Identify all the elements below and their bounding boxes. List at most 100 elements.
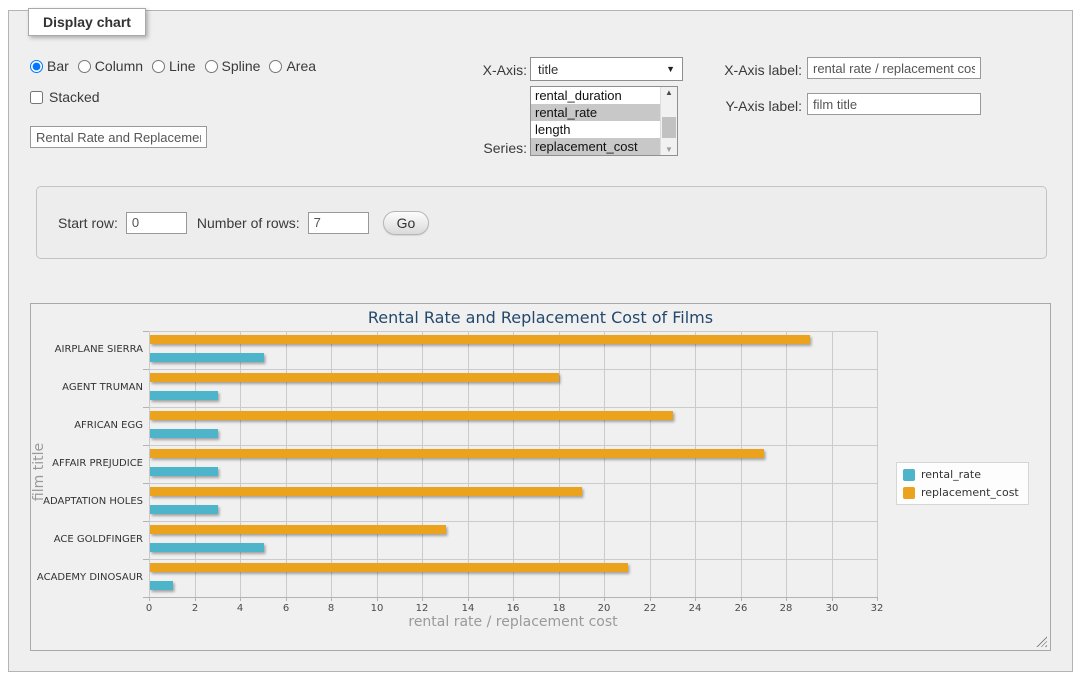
x-tick-label: 6 [271,603,301,614]
panel-legend: Display chart [28,8,146,36]
x-axis-select[interactable]: title ▼ [530,57,683,81]
scroll-down-icon[interactable]: ▼ [661,145,677,154]
legend-swatch [903,487,915,499]
radio-caption: Bar [47,58,69,74]
category-label: ACE GOLDFINGER [31,521,143,559]
x-axis-label-input[interactable] [807,57,981,79]
x-tick-label: 10 [362,603,392,614]
series-listbox-label: Series: [430,140,527,156]
category-label: AFRICAN EGG [31,407,143,445]
radio-caption: Spline [222,58,261,74]
series-listbox-scrollbar[interactable]: ▲ ▼ [660,87,677,155]
bar-replacement-cost[interactable] [150,411,673,420]
x-tick-label: 12 [407,603,437,614]
bar-rental-rate[interactable] [150,353,264,362]
gridline-h [149,559,877,560]
gridline-v [331,331,332,597]
x-tick-label: 0 [134,603,164,614]
radio-input-line[interactable] [152,60,165,73]
bar-replacement-cost[interactable] [150,563,628,572]
gridline-v [559,331,560,597]
x-axis-select-label: X-Axis: [430,62,527,78]
series-option-rental_duration[interactable]: rental_duration [531,87,677,104]
start-row-input[interactable] [126,212,187,234]
x-axis-line [149,597,877,598]
bar-rental-rate[interactable] [150,467,218,476]
legend-entry-replacement_cost[interactable]: replacement_cost [903,486,1019,499]
x-tick-label: 18 [544,603,574,614]
bar-replacement-cost[interactable] [150,525,446,534]
radio-input-spline[interactable] [205,60,218,73]
gridline-v [513,331,514,597]
x-tick-label: 22 [635,603,665,614]
plot-area [149,331,877,597]
gridline-h [149,521,877,522]
stacked-checkbox-row[interactable]: Stacked [30,89,100,105]
gridline-v [786,331,787,597]
x-tick-label: 30 [817,603,847,614]
legend-label: replacement_cost [921,486,1019,499]
category-label: AIRPLANE SIERRA [31,331,143,369]
chart-type-radio-area[interactable]: Area [269,58,316,74]
scroll-up-icon[interactable]: ▲ [661,88,677,97]
y-tick-mark [143,483,149,484]
legend-entry-rental_rate[interactable]: rental_rate [903,468,1019,481]
y-axis-label-caption: Y-Axis label: [700,98,802,114]
gridline-h [149,331,877,332]
gridline-h [149,445,877,446]
num-rows-label: Number of rows: [197,215,300,231]
chart-type-radio-bar[interactable]: Bar [30,58,69,74]
chart-type-radio-spline[interactable]: Spline [205,58,261,74]
legend-label: rental_rate [921,468,981,481]
bar-replacement-cost[interactable] [150,335,810,344]
bar-rental-rate[interactable] [150,505,218,514]
bar-rental-rate[interactable] [150,391,218,400]
radio-input-column[interactable] [78,60,91,73]
x-tick-mark [877,597,878,601]
series-option-replacement_cost[interactable]: replacement_cost [531,138,677,155]
y-axis-label-input[interactable] [807,93,981,115]
bar-replacement-cost[interactable] [150,449,764,458]
stacked-checkbox[interactable] [30,91,43,104]
resize-handle-icon[interactable] [1036,636,1047,647]
category-label: AFFAIR PREJUDICE [31,445,143,483]
radio-caption: Line [169,58,195,74]
go-button[interactable]: Go [383,211,430,235]
gridline-v [149,331,150,597]
chart-container: Rental Rate and Replacement Cost of Film… [30,303,1051,651]
x-tick-label: 20 [589,603,619,614]
series-listbox[interactable]: rental_durationrental_ratelengthreplacem… [530,86,678,156]
x-tick-label: 16 [498,603,528,614]
series-option-rental_rate[interactable]: rental_rate [531,104,677,121]
scrollbar-thumb[interactable] [662,117,676,138]
radio-input-area[interactable] [269,60,282,73]
gridline-h [149,369,877,370]
bar-rental-rate[interactable] [150,429,218,438]
series-listbox-options: rental_durationrental_ratelengthreplacem… [531,87,677,155]
x-tick-label: 32 [862,603,892,614]
start-row-label: Start row: [58,215,118,231]
gridline-v [468,331,469,597]
bar-rental-rate[interactable] [150,581,173,590]
x-tick-label: 26 [726,603,756,614]
x-tick-label: 14 [453,603,483,614]
chart-type-radio-column[interactable]: Column [78,58,143,74]
y-tick-mark [143,331,149,332]
gridline-v [195,331,196,597]
y-tick-mark [143,521,149,522]
y-tick-mark [143,559,149,560]
chart-type-radio-line[interactable]: Line [152,58,195,74]
chart-title-input[interactable] [30,126,207,148]
series-option-length[interactable]: length [531,121,677,138]
bar-replacement-cost[interactable] [150,487,582,496]
num-rows-input[interactable] [308,212,369,234]
x-tick-label: 4 [225,603,255,614]
bar-rental-rate[interactable] [150,543,264,552]
x-tick-label: 2 [180,603,210,614]
select-dropdown-arrow-icon: ▼ [666,64,675,74]
chart-legend[interactable]: rental_rate replacement_cost [896,462,1029,505]
radio-input-bar[interactable] [30,60,43,73]
y-tick-mark [143,597,149,598]
row-query-box: Start row: Number of rows: Go [36,186,1047,259]
bar-replacement-cost[interactable] [150,373,559,382]
